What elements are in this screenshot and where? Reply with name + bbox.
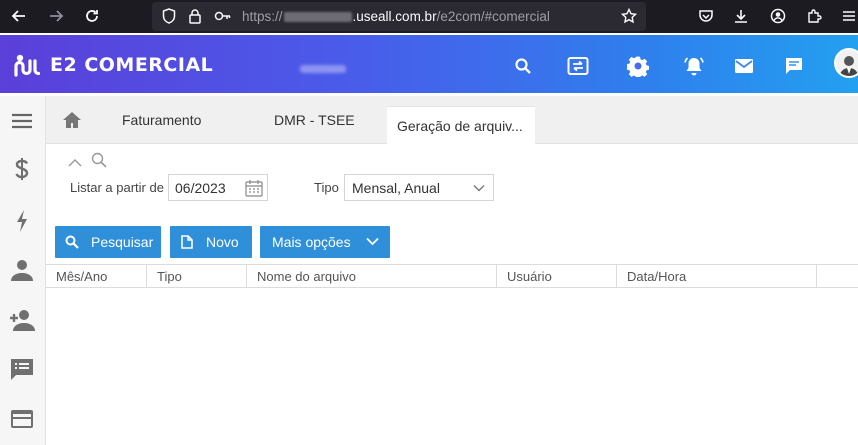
search-icon[interactable] <box>512 55 534 77</box>
key-icon[interactable] <box>212 5 234 27</box>
url-text: https://.useall.com.br/e2com/#comercial <box>242 9 550 24</box>
tab-geracao-arquivo[interactable]: Geração de arquiv... <box>387 106 535 144</box>
new-button[interactable]: Novo <box>170 226 252 258</box>
logo-icon <box>14 54 41 77</box>
redacted-company <box>300 65 346 73</box>
column-usuario[interactable]: Usuário <box>497 265 617 288</box>
sidebar <box>0 96 46 445</box>
app-logo[interactable]: E2 COMERCIAL <box>14 53 213 77</box>
app-header: E2 COMERCIAL <box>0 35 858 93</box>
reload-icon[interactable] <box>81 5 103 27</box>
start-period-value: 06/2023 <box>175 179 226 196</box>
new-button-label: Novo <box>206 234 239 250</box>
credit-card-icon[interactable] <box>9 406 35 432</box>
calendar-icon[interactable] <box>245 179 263 197</box>
filter-search-icon[interactable] <box>91 152 107 173</box>
address-bar[interactable]: https://.useall.com.br/e2com/#comercial <box>152 2 646 31</box>
start-period-label: Listar a partir de <box>70 180 164 195</box>
add-person-icon[interactable] <box>9 307 35 333</box>
chevron-down-icon <box>473 185 485 192</box>
lock-icon[interactable] <box>184 5 206 27</box>
home-tab-icon[interactable] <box>54 96 90 144</box>
tab-faturamento[interactable]: Faturamento <box>122 96 201 144</box>
gear-icon[interactable] <box>627 55 649 77</box>
mail-icon[interactable] <box>733 55 755 77</box>
bookmark-star-icon[interactable] <box>618 5 640 27</box>
grid-header: Mês/Ano Tipo Nome do arquivo Usuário Dat… <box>46 264 858 288</box>
column-tipo[interactable]: Tipo <box>147 265 247 288</box>
browser-toolbar: https://.useall.com.br/e2com/#comercial <box>0 0 858 33</box>
column-data-hora[interactable]: Data/Hora <box>617 265 817 288</box>
extensions-icon[interactable] <box>803 5 825 27</box>
chevron-down-icon <box>366 237 379 246</box>
account-icon[interactable] <box>767 5 789 27</box>
chat-icon[interactable] <box>783 55 805 77</box>
type-label: Tipo <box>314 180 339 195</box>
person-icon[interactable] <box>9 257 35 283</box>
list-message-icon[interactable] <box>9 356 35 382</box>
search-button[interactable]: Pesquisar <box>55 226 161 258</box>
menu-icon[interactable] <box>838 5 858 27</box>
start-period-field[interactable]: 06/2023 <box>168 174 268 201</box>
hamburger-menu-icon[interactable] <box>9 108 35 134</box>
column-nome-arquivo[interactable]: Nome do arquivo <box>247 265 497 288</box>
lightning-icon[interactable] <box>9 208 35 234</box>
more-options-button[interactable]: Mais opções <box>260 226 390 258</box>
document-icon <box>181 235 193 249</box>
type-select[interactable]: Mensal, Anual <box>344 174 494 201</box>
type-select-value: Mensal, Anual <box>352 179 440 196</box>
download-icon[interactable] <box>730 5 752 27</box>
search-button-icon <box>65 235 79 249</box>
collapse-filter-icon[interactable] <box>68 155 82 173</box>
switch-icon[interactable] <box>567 55 589 77</box>
more-options-label: Mais opções <box>272 234 351 250</box>
bell-icon[interactable] <box>683 55 705 77</box>
user-avatar[interactable] <box>834 48 858 78</box>
tab-dmr-tsee[interactable]: DMR - TSEE <box>274 96 355 144</box>
app-title: E2 COMERCIAL <box>50 54 214 76</box>
shield-icon[interactable] <box>158 5 180 27</box>
tab-strip: Faturamento DMR - TSEE Geração de arquiv… <box>46 96 858 144</box>
column-mes-ano[interactable]: Mês/Ano <box>46 265 147 288</box>
grid-body <box>46 289 858 445</box>
search-button-label: Pesquisar <box>91 234 154 250</box>
dollar-icon[interactable] <box>9 156 35 182</box>
back-arrow-icon[interactable] <box>8 5 30 27</box>
forward-arrow-icon[interactable] <box>45 5 67 27</box>
pocket-icon[interactable] <box>695 5 717 27</box>
